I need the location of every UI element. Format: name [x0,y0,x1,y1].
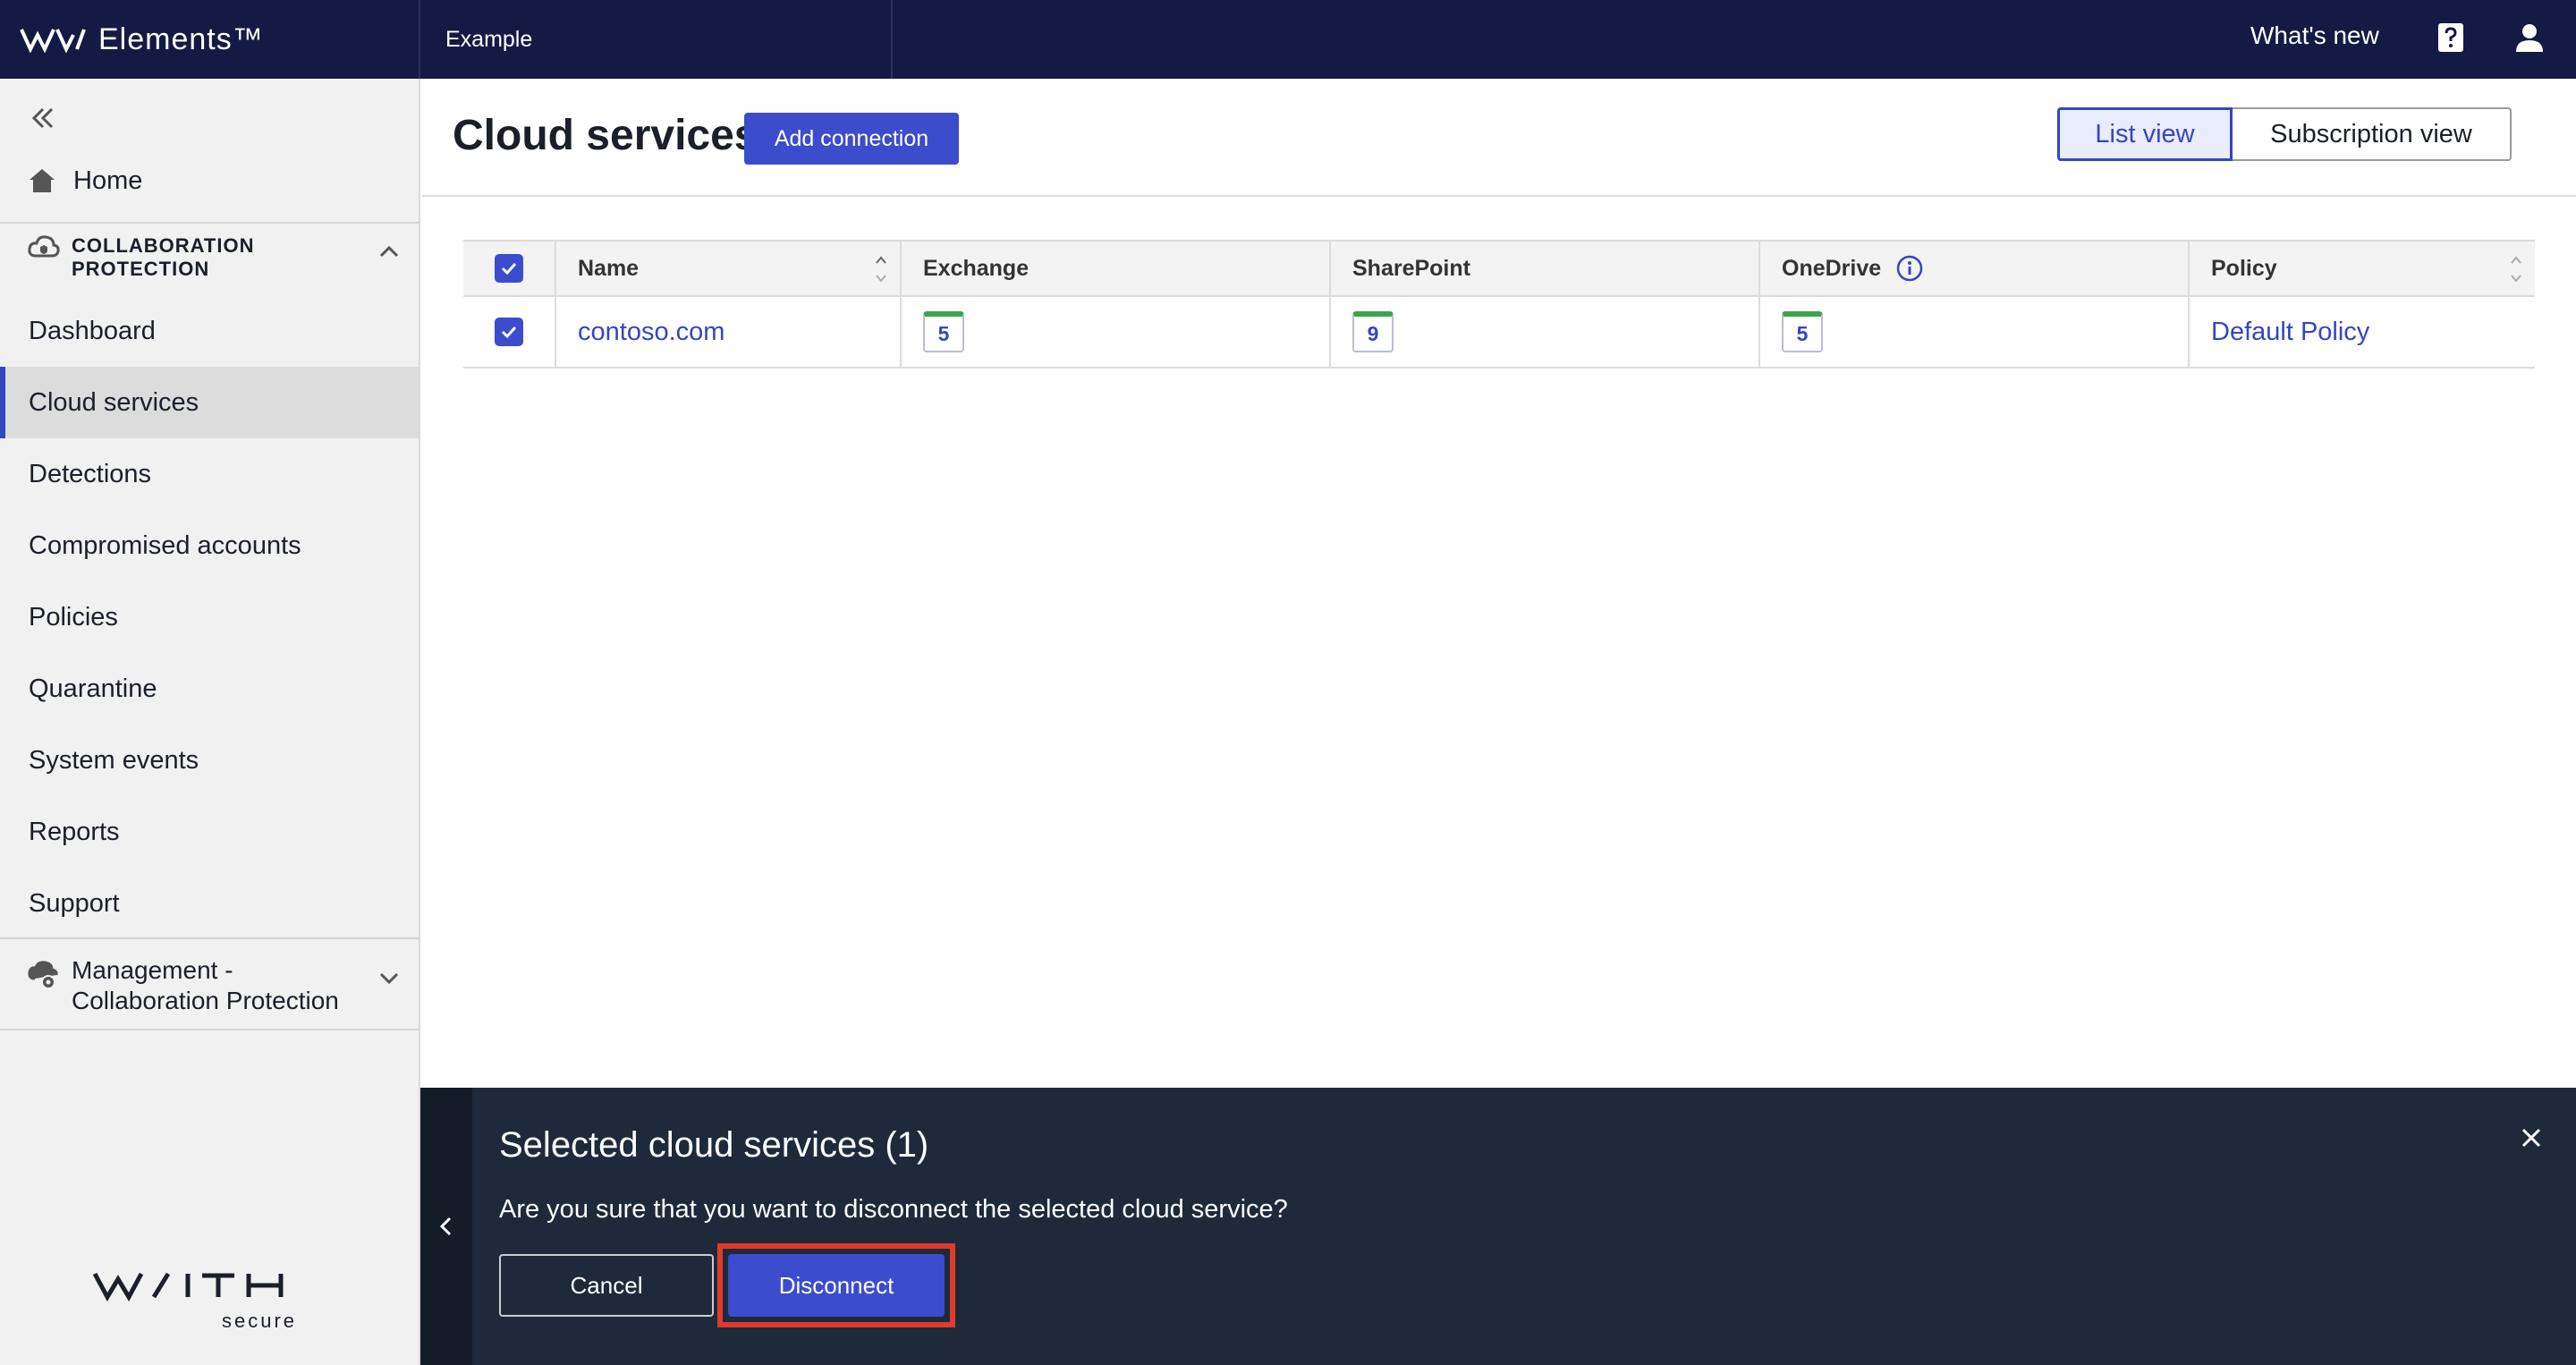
sidebar-section-collaboration-protection[interactable]: COLLABORATION PROTECTION [0,224,420,295]
sidebar-item-label: Home [73,165,143,195]
topbar-divider [891,0,893,79]
cloud-gear-icon [28,961,58,989]
column-label: Exchange [923,255,1030,281]
add-connection-button[interactable]: Add connection [744,113,959,165]
info-icon[interactable] [1895,254,1924,283]
sharepoint-count-badge[interactable]: 9 [1352,311,1394,352]
brand-name: Elements™ [98,21,264,56]
cloud-services-table: Name Exchange SharePoint OneDrive Policy… [463,240,2535,369]
select-all-checkbox[interactable] [495,254,523,283]
cancel-button[interactable]: Cancel [499,1254,714,1317]
panel-collapse-handle[interactable] [420,1088,472,1365]
chevron-up-icon[interactable] [376,238,402,265]
panel-title: Selected cloud services (1) [499,1125,929,1165]
column-header-sharepoint: SharePoint [1329,242,1758,295]
cloud-shield-icon [28,235,60,258]
column-label: SharePoint [1352,255,1470,281]
column-label: Name [578,255,640,281]
sidebar-item-quarantine[interactable]: Quarantine [0,653,420,725]
home-icon [30,169,55,192]
check-icon [501,326,517,339]
column-header-exchange: Exchange [900,242,1329,295]
organization-name[interactable]: Example [445,0,532,79]
check-icon [501,262,517,276]
onedrive-count-badge[interactable]: 5 [1782,311,1823,352]
service-name-link[interactable]: contoso.com [578,318,724,347]
onedrive-cell: 5 [1758,297,2188,367]
row-select-cell [463,297,555,367]
sidebar-item-system-events[interactable]: System events [0,725,420,796]
sidebar-divider [0,1029,420,1030]
select-all-cell [463,242,555,295]
chevron-left-icon [439,1217,452,1236]
column-label: OneDrive [1782,255,1882,281]
sidebar-item-policies[interactable]: Policies [0,581,420,653]
chevron-down-icon[interactable] [376,964,402,991]
page-title: Cloud services [453,112,758,159]
logo-subtext: secure [222,1310,297,1332]
topbar-divider [419,0,420,79]
column-header-policy[interactable]: Policy [2188,242,2535,295]
column-header-name[interactable]: Name [555,242,900,295]
top-bar: Elements™ Example What's new [0,0,2576,79]
sidebar-item-support[interactable]: Support [0,868,420,939]
sidebar-item-detections[interactable]: Detections [0,438,420,510]
brand[interactable]: Elements™ [20,0,264,79]
table-row: contoso.com 5 9 5 Default Policy [463,297,2535,369]
table-header: Name Exchange SharePoint OneDrive Policy [463,240,2535,297]
column-header-onedrive: OneDrive [1758,242,2188,295]
section-title: Management - Collaboration Protection [72,956,339,1014]
sidebar-item-reports[interactable]: Reports [0,796,420,868]
sidebar: Home COLLABORATION PROTECTION Dashboard … [0,79,420,1365]
list-view-button[interactable]: List view [2057,107,2233,161]
selection-action-panel: Selected cloud services (1) Are you sure… [420,1088,2576,1365]
column-label: Policy [2211,255,2277,281]
help-icon[interactable] [2433,20,2469,55]
sharepoint-cell: 9 [1329,297,1758,367]
sidebar-item-compromised-accounts[interactable]: Compromised accounts [0,510,420,581]
sidebar-section-management[interactable]: Management - Collaboration Protection [0,939,420,1029]
header-divider [422,195,2576,197]
policy-cell: Default Policy [2188,297,2535,367]
collapse-sidebar-icon[interactable] [27,102,59,134]
subscription-view-button[interactable]: Subscription view [2233,107,2512,161]
sort-icon[interactable] [873,252,889,286]
panel-message: Are you sure that you want to disconnect… [499,1195,1288,1224]
user-icon[interactable] [2512,20,2547,55]
view-toggle: List view Subscription view [2057,107,2512,161]
close-icon[interactable] [2517,1123,2546,1152]
exchange-count-badge[interactable]: 5 [923,311,964,352]
sidebar-item-cloud-services[interactable]: Cloud services [0,367,420,438]
name-cell: contoso.com [555,297,900,367]
row-checkbox[interactable] [495,318,523,346]
withsecure-mark-icon [20,29,86,53]
disconnect-button[interactable]: Disconnect [728,1254,945,1317]
exchange-cell: 5 [900,297,1329,367]
sort-icon[interactable] [2508,252,2524,286]
withsecure-logo: secure [92,1272,297,1332]
sidebar-item-dashboard[interactable]: Dashboard [0,295,420,367]
section-title: COLLABORATION PROTECTION [72,234,255,280]
sidebar-item-home[interactable]: Home [27,159,142,202]
whats-new-link[interactable]: What's new [2250,0,2379,72]
policy-link[interactable]: Default Policy [2211,318,2369,347]
